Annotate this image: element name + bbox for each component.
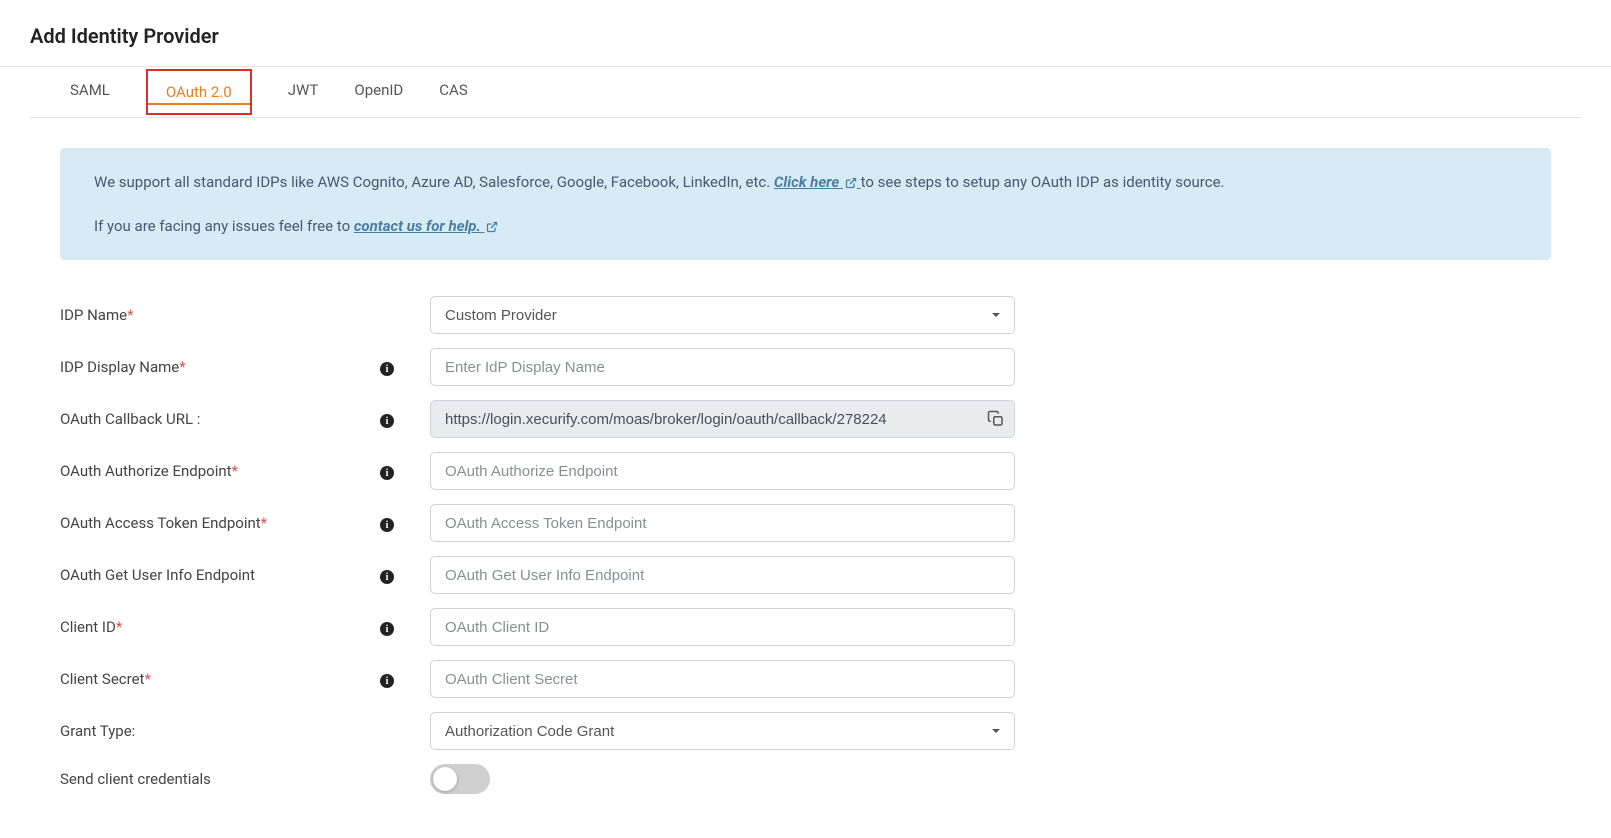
info-icon[interactable]: i: [380, 622, 394, 636]
tabs: SAML OAuth 2.0 JWT OpenID CAS: [30, 67, 1581, 118]
label-token: OAuth Access Token Endpoint*: [60, 514, 380, 532]
token-endpoint-input[interactable]: [430, 504, 1015, 542]
row-idp-name: IDP Name* Custom Provider: [60, 296, 1551, 334]
idp-name-select[interactable]: Custom Provider: [430, 296, 1015, 334]
page-header: Add Identity Provider: [0, 0, 1611, 67]
label-authorize: OAuth Authorize Endpoint*: [60, 462, 380, 480]
authorize-endpoint-input[interactable]: [430, 452, 1015, 490]
row-client-secret: Client Secret* i: [60, 660, 1551, 698]
banner-text-1a: We support all standard IDPs like AWS Co…: [94, 173, 774, 191]
row-send-creds: Send client credentials: [60, 764, 1551, 794]
row-authorize: OAuth Authorize Endpoint* i: [60, 452, 1551, 490]
row-userinfo: OAuth Get User Info Endpoint i: [60, 556, 1551, 594]
tab-saml[interactable]: SAML: [70, 67, 110, 117]
click-here-text: Click here: [774, 173, 839, 191]
row-client-id: Client ID* i: [60, 608, 1551, 646]
label-userinfo: OAuth Get User Info Endpoint: [60, 566, 380, 584]
label-send-creds: Send client credentials: [60, 770, 380, 788]
contact-us-link[interactable]: contact us for help.: [354, 217, 499, 235]
info-icon[interactable]: i: [380, 414, 394, 428]
label-idp-name: IDP Name*: [60, 306, 380, 324]
info-icon[interactable]: i: [380, 362, 394, 376]
click-here-link[interactable]: Click here: [774, 173, 861, 191]
banner-text-2a: If you are facing any issues feel free t…: [94, 217, 354, 235]
row-callback-url: OAuth Callback URL : i: [60, 400, 1551, 438]
content: We support all standard IDPs like AWS Co…: [0, 118, 1611, 838]
row-grant-type: Grant Type: Authorization Code Grant: [60, 712, 1551, 750]
page-title: Add Identity Provider: [30, 24, 1581, 48]
label-callback-url: OAuth Callback URL :: [60, 410, 380, 428]
external-link-icon: [486, 221, 498, 233]
info-icon[interactable]: i: [380, 518, 394, 532]
info-banner: We support all standard IDPs like AWS Co…: [60, 148, 1551, 260]
callback-url-input[interactable]: [430, 400, 1015, 438]
send-creds-toggle[interactable]: [430, 764, 490, 794]
external-link-icon: [845, 177, 857, 189]
row-idp-display: IDP Display Name* i: [60, 348, 1551, 386]
info-icon[interactable]: i: [380, 674, 394, 688]
label-client-id: Client ID*: [60, 618, 380, 636]
tab-oauth[interactable]: OAuth 2.0: [146, 69, 252, 115]
client-id-input[interactable]: [430, 608, 1015, 646]
userinfo-endpoint-input[interactable]: [430, 556, 1015, 594]
tab-jwt[interactable]: JWT: [288, 67, 319, 117]
idp-display-name-input[interactable]: [430, 348, 1015, 386]
client-secret-input[interactable]: [430, 660, 1015, 698]
label-grant-type: Grant Type:: [60, 722, 380, 740]
label-idp-display: IDP Display Name*: [60, 358, 380, 376]
row-token: OAuth Access Token Endpoint* i: [60, 504, 1551, 542]
tab-openid[interactable]: OpenID: [354, 67, 403, 117]
label-client-secret: Client Secret*: [60, 670, 380, 688]
tab-cas[interactable]: CAS: [439, 67, 467, 117]
info-icon[interactable]: i: [380, 570, 394, 584]
contact-us-text: contact us for help.: [354, 217, 481, 235]
banner-text-1b: to see steps to setup any OAuth IDP as i…: [861, 173, 1225, 191]
grant-type-select[interactable]: Authorization Code Grant: [430, 712, 1015, 750]
copy-icon[interactable]: [987, 410, 1005, 428]
info-icon[interactable]: i: [380, 466, 394, 480]
